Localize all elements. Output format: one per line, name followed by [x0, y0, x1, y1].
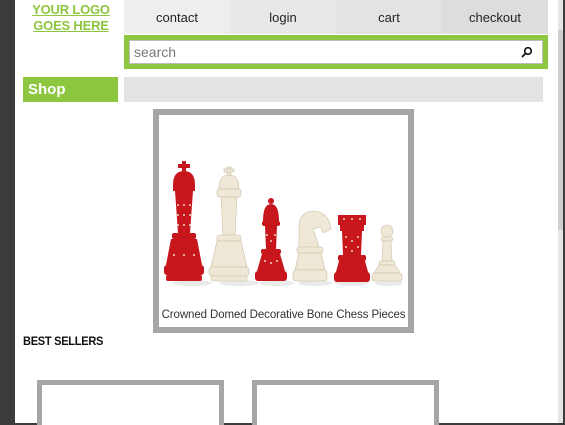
red-rook-piece: [334, 215, 370, 282]
banner-caption: Crowned Domed Decorative Bone Chess Piec…: [161, 309, 406, 321]
featured-product-banner[interactable]: Crowned Domed Decorative Bone Chess Piec…: [153, 109, 414, 333]
nav-cart[interactable]: cart: [336, 0, 442, 34]
vertical-scrollbar[interactable]: [558, 0, 563, 423]
search-bar: [124, 35, 548, 69]
search-icon[interactable]: [516, 41, 538, 63]
site-logo-link[interactable]: YOUR LOGO GOES HERE: [27, 2, 115, 34]
nav-contact[interactable]: contact: [124, 0, 230, 34]
ivory-knight-piece: [292, 210, 332, 282]
search-input[interactable]: [130, 41, 516, 63]
top-nav: contact login cart checkout: [124, 0, 548, 34]
shop-category-label[interactable]: Shop: [23, 77, 118, 102]
ivory-pawn-piece: [371, 224, 403, 282]
product-card[interactable]: [252, 380, 439, 425]
nav-login[interactable]: login: [230, 0, 336, 34]
red-king-piece: [164, 161, 204, 281]
chess-pieces-image: [164, 161, 403, 286]
shop-strip: [124, 77, 543, 102]
nav-checkout[interactable]: checkout: [442, 0, 548, 34]
red-bishop-piece: [255, 198, 287, 281]
product-card[interactable]: [37, 380, 224, 425]
scrollbar-thumb[interactable]: [558, 30, 563, 230]
ivory-king-piece: [208, 166, 250, 282]
search-box: [129, 40, 543, 64]
best-sellers-heading: BEST SELLERS: [23, 334, 104, 348]
